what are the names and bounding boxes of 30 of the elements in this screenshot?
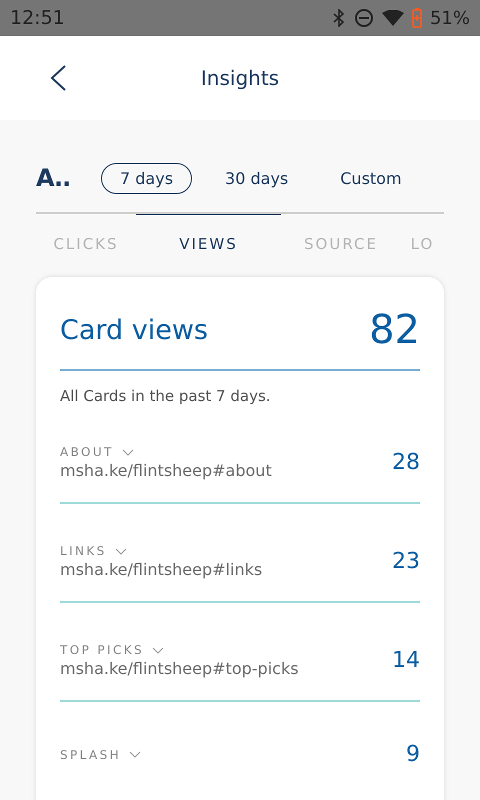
section-url: msha.ke/flintsheep#about [60,461,272,480]
section-label: SPLASH [60,748,122,762]
view-count: 9 [406,742,420,767]
view-count: 28 [392,450,420,475]
period-option[interactable]: 7 days [101,162,192,194]
chevron-down-icon[interactable] [129,751,142,758]
period-option[interactable]: 30 days [206,162,308,194]
chevron-down-icon[interactable] [114,548,127,554]
bluetooth-icon [332,9,346,27]
section-url: msha.ke/flintsheep#top-picks [60,659,299,678]
card-title: Card views [60,314,208,346]
card-name: A.. [36,164,72,192]
tab[interactable]: VIEWS [136,214,281,253]
total-count: 82 [369,307,420,353]
section-label: LINKS [60,544,107,558]
view-count: 14 [392,648,420,673]
wifi-icon [382,10,404,26]
battery-level: 51% [430,8,470,28]
page-title: Insights [200,66,280,90]
period-option[interactable]: Custom [321,162,421,194]
do-not-disturb-icon [354,8,374,28]
chevron-down-icon[interactable] [152,646,164,654]
chevron-down-icon[interactable] [122,448,134,456]
section-label: ABOUT [60,445,114,459]
card-subtitle: All Cards in the past 7 days. [60,386,272,407]
view-count: 23 [392,549,420,574]
section-label: TOP PICKS [60,643,144,657]
battery-icon [412,8,422,28]
status-time: 12:51 [10,7,65,29]
section-url: msha.ke/flintsheep#links [60,560,262,579]
